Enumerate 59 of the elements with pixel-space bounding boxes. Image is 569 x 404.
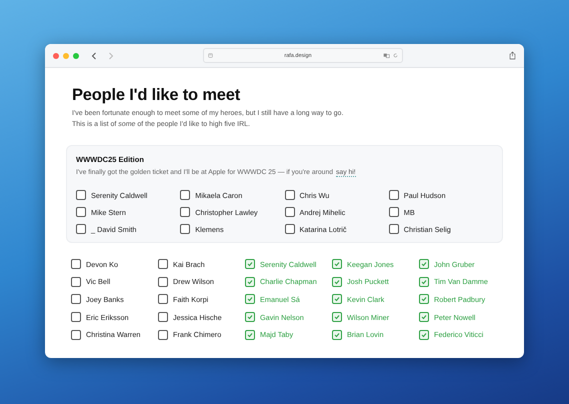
check-icon [420, 295, 428, 304]
check-icon [246, 278, 254, 286]
check-icon [246, 313, 254, 322]
checkbox[interactable] [180, 224, 190, 234]
checkbox[interactable] [332, 294, 342, 304]
check-icon [333, 278, 341, 286]
checkbox[interactable] [76, 190, 86, 200]
check-icon [420, 313, 428, 322]
checkbox[interactable] [158, 294, 168, 304]
close-button[interactable] [53, 52, 59, 58]
check-icon [246, 260, 254, 268]
checkbox[interactable] [332, 276, 342, 287]
check-icon [333, 330, 341, 339]
translate-icon[interactable] [383, 53, 390, 58]
checkbox[interactable] [245, 330, 255, 340]
share-icon[interactable] [509, 51, 516, 60]
checkbox[interactable] [71, 330, 81, 340]
check-icon [420, 330, 428, 339]
checkbox[interactable] [332, 259, 342, 269]
page-title: People I'd like to meet [72, 86, 242, 105]
check-icon [333, 295, 341, 304]
checkbox[interactable] [388, 224, 399, 234]
checkbox[interactable] [284, 207, 294, 217]
check-icon [246, 295, 254, 304]
checkbox[interactable] [76, 224, 86, 234]
page-icon [208, 53, 213, 58]
reload-icon[interactable] [393, 53, 398, 58]
check-icon [333, 260, 341, 268]
checkbox[interactable] [245, 294, 255, 304]
checkbox[interactable] [284, 224, 294, 234]
checkbox[interactable] [419, 259, 429, 269]
checkbox[interactable] [180, 207, 190, 217]
checkbox[interactable] [76, 207, 86, 217]
checkbox[interactable] [332, 312, 342, 322]
checkbox[interactable] [419, 276, 429, 287]
checkbox[interactable] [71, 259, 81, 269]
checkbox[interactable] [284, 190, 294, 200]
checkbox[interactable] [71, 294, 81, 304]
checkbox[interactable] [419, 294, 429, 304]
check-icon [246, 330, 254, 339]
check-icon [420, 260, 428, 268]
checkbox[interactable] [245, 259, 255, 269]
checkbox[interactable] [245, 312, 255, 322]
checkbox[interactable] [158, 312, 168, 322]
checkbox[interactable] [71, 276, 81, 287]
checkbox[interactable] [158, 330, 168, 340]
checkbox[interactable] [158, 259, 168, 269]
check-icon [333, 313, 341, 322]
checkbox[interactable] [419, 330, 429, 340]
checkbox[interactable] [180, 190, 190, 200]
checkbox[interactable] [419, 312, 429, 322]
checkbox[interactable] [245, 276, 255, 287]
checkbox[interactable] [388, 190, 399, 200]
checkbox[interactable] [388, 207, 399, 217]
check-icon [420, 278, 428, 286]
back-icon[interactable] [91, 52, 97, 60]
checkbox[interactable] [158, 276, 168, 287]
checkbox[interactable] [71, 312, 81, 322]
checkbox[interactable] [332, 330, 342, 340]
